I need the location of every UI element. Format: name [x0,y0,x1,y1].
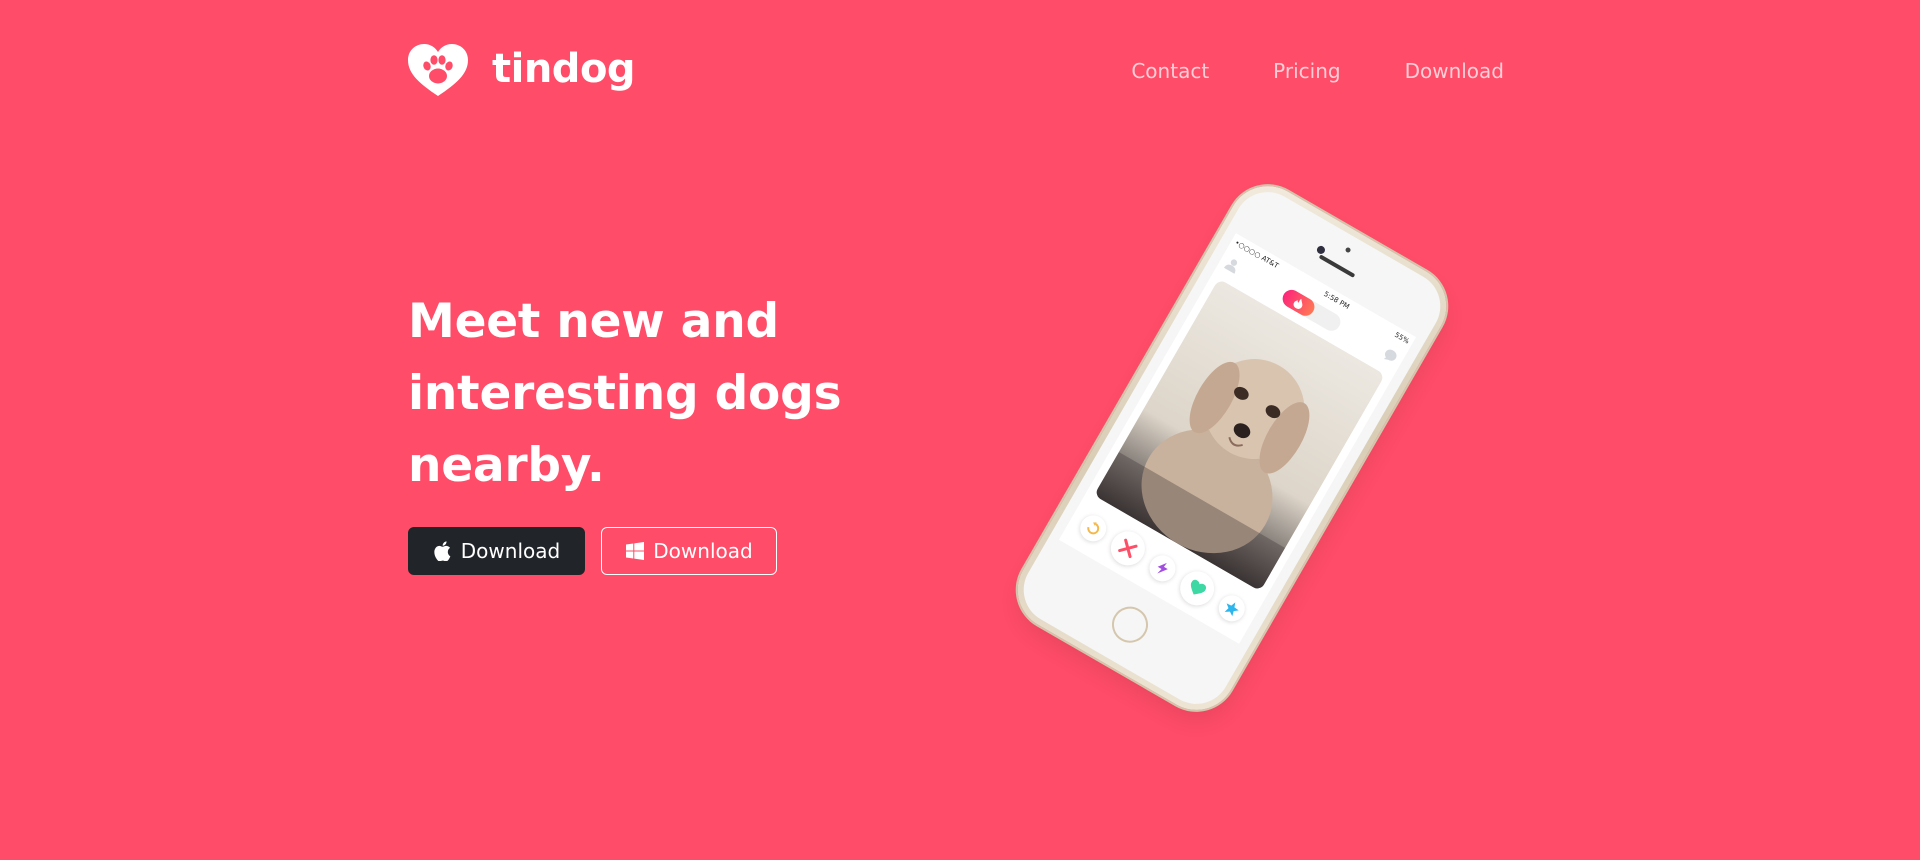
brand-name: tindog [492,46,636,92]
super-like-icon [1224,602,1239,617]
hero-title: Meet new and interesting dogs nearby. [408,294,842,493]
rewind-button[interactable] [1075,510,1111,547]
windows-icon [625,541,645,561]
boost-button[interactable] [1144,550,1181,587]
landing-page: tindog Contact Pricing Download Meet new… [0,0,1920,860]
like-icon [1190,579,1207,595]
nope-icon [1118,538,1138,559]
brand-link[interactable]: tindog [408,44,636,98]
hero-buttons: Download Download [408,527,777,575]
profile-icon [1223,259,1238,274]
apple-download-label: Download [460,539,561,563]
apple-icon [433,541,453,561]
flame-icon [1293,298,1303,309]
phone-body: •○○○○ AT&T 5:58 PM 55% [1011,179,1453,717]
windows-download-button[interactable]: Download [601,527,777,575]
speaker-grille [1318,254,1356,278]
like-button[interactable] [1173,565,1221,612]
phone-mockup: •○○○○ AT&T 5:58 PM 55% [1003,168,1464,738]
windows-download-label: Download [653,539,753,563]
boost-icon [1157,562,1168,574]
super-like-button[interactable] [1214,590,1250,627]
rewind-icon [1087,522,1100,535]
nav-links: Contact Pricing Download [1131,59,1504,83]
phone-screen: •○○○○ AT&T 5:58 PM 55% [1058,233,1417,644]
apple-download-button[interactable]: Download [408,527,585,575]
home-button [1105,600,1155,650]
chat-icon [1383,349,1397,361]
dog-paw-heart-icon [408,44,468,96]
nav-link-pricing[interactable]: Pricing [1273,59,1340,83]
iphone-device: •○○○○ AT&T 5:58 PM 55% [1003,171,1461,725]
sensor-dot [1344,246,1352,254]
navbar: tindog Contact Pricing Download [408,40,1504,102]
nope-button[interactable] [1104,525,1152,572]
nav-link-download[interactable]: Download [1405,59,1504,83]
nav-link-contact[interactable]: Contact [1131,59,1209,83]
